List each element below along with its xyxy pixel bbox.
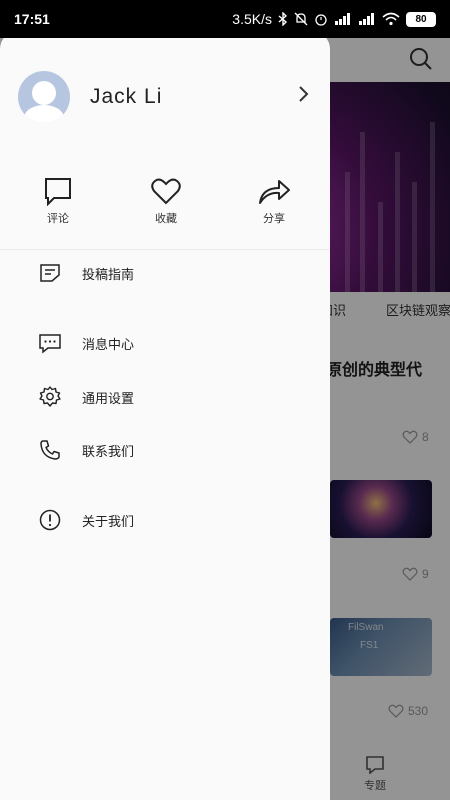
phone-icon (40, 440, 60, 460)
menu-item-contact-us[interactable]: 联系我们 (38, 438, 134, 462)
heart-icon (151, 178, 181, 205)
alarm-icon (314, 12, 328, 26)
avatar[interactable] (18, 71, 70, 123)
signal-hd-icon (334, 13, 352, 25)
menu-item-general-settings[interactable]: 通用设置 (38, 385, 134, 409)
share-icon (259, 180, 290, 204)
profile-header[interactable]: Jack Li (18, 71, 162, 123)
status-time: 17:51 (14, 11, 50, 27)
comment-button[interactable]: 评论 (38, 176, 78, 250)
share-button[interactable]: 分享 (254, 176, 294, 250)
document-edit-icon (40, 264, 60, 282)
menu-item-submission-guide[interactable]: 投稿指南 (38, 261, 134, 285)
network-speed: 3.5K/s (232, 11, 272, 27)
battery-indicator: 80 (406, 11, 436, 27)
message-icon (39, 334, 61, 354)
favorite-button[interactable]: 收藏 (146, 176, 186, 250)
bluetooth-icon (278, 12, 288, 26)
quick-actions: 评论 收藏 分享 (0, 176, 330, 250)
chevron-right-icon[interactable] (298, 85, 310, 109)
info-icon (39, 509, 61, 531)
navigation-drawer: Jack Li 评论 收藏 分享 投稿指南 消息中心 通用设置 联系我们 关于我… (0, 31, 330, 800)
settings-icon (39, 386, 61, 407)
username: Jack Li (90, 85, 163, 108)
divider (0, 249, 330, 250)
signal-icon (358, 13, 376, 25)
wifi-icon (382, 12, 400, 26)
menu-item-message-center[interactable]: 消息中心 (38, 331, 134, 355)
mute-bell-icon (294, 12, 308, 26)
comment-icon (45, 178, 71, 206)
menu-item-about-us[interactable]: 关于我们 (38, 508, 134, 532)
status-bar: 17:51 3.5K/s 80 (0, 0, 450, 38)
